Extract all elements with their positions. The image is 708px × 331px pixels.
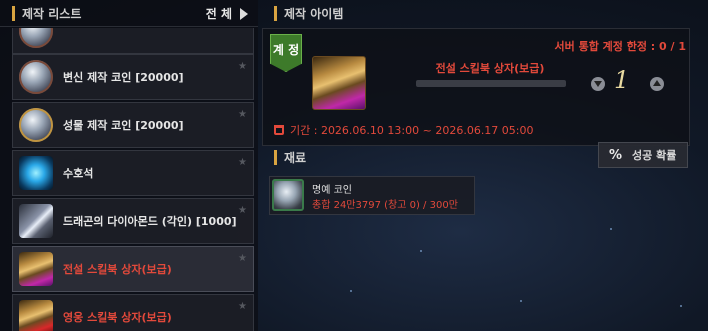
favorite-star-icon[interactable]: ★ — [238, 61, 247, 72]
honor-coin-icon — [272, 179, 304, 211]
materials-header: 재료 — [262, 146, 562, 168]
relic-coin-icon — [19, 108, 53, 142]
background-star — [420, 250, 422, 252]
material-item[interactable]: 명예 코인 총합 24만3797 (창고 0) / 300만 — [269, 176, 475, 215]
materials-title: 재료 — [284, 150, 307, 165]
period-row: 기간 : 2026.06.10 13:00 ~ 2026.06.17 05:00 — [274, 122, 534, 138]
list-item-label: 드래곤의 다이아몬드 (각인) [1000] — [63, 215, 237, 228]
calendar-icon — [274, 125, 284, 135]
period-text: 기간 : 2026.06.10 13:00 ~ 2026.06.17 05:00 — [290, 124, 534, 137]
increase-quantity-button[interactable] — [650, 77, 664, 91]
list-item-label: 영웅 스킬북 상자(보급) — [63, 311, 172, 324]
favorite-star-icon[interactable]: ★ — [238, 109, 247, 120]
legend-skillbook-chest-icon — [312, 56, 366, 110]
coin-icon — [19, 28, 53, 48]
list-item-label: 변신 제작 코인 [20000] — [63, 71, 184, 84]
material-name: 명예 코인 — [312, 185, 352, 196]
list-item[interactable]: 드래곤의 다이아몬드 (각인) [1000] ★ — [12, 198, 254, 244]
background-star — [610, 228, 612, 230]
list-item-selected[interactable]: 전설 스킬북 상자(보급) ★ — [12, 246, 254, 292]
favorite-star-icon[interactable]: ★ — [238, 301, 247, 312]
success-rate-button[interactable]: % 성공 확률 — [598, 142, 688, 168]
background-star — [350, 290, 352, 292]
list-item[interactable] — [12, 28, 254, 54]
header-accent-bar — [274, 149, 277, 165]
background-star — [680, 305, 682, 307]
arrow-right-icon — [240, 7, 248, 20]
craft-list[interactable]: 변신 제작 코인 [20000] ★ 성물 제작 코인 [20000] ★ 수호… — [12, 28, 254, 331]
background-star — [520, 300, 522, 302]
list-item-label: 수호석 — [63, 167, 94, 180]
hero-skillbook-chest-icon — [19, 300, 53, 331]
header-accent-bar — [274, 5, 277, 21]
material-quantity: 총합 24만3797 (창고 0) / 300만 — [312, 200, 458, 211]
dragon-diamond-icon — [19, 204, 53, 238]
list-item[interactable]: 변신 제작 코인 [20000] ★ — [12, 54, 254, 100]
craft-item-name: 전설 스킬북 상자(보급) — [435, 62, 545, 75]
header-accent-bar — [12, 5, 15, 21]
percent-icon: % — [609, 147, 623, 163]
transform-coin-icon — [19, 60, 53, 94]
filter-dropdown[interactable]: 전 체 — [206, 5, 248, 22]
favorite-star-icon[interactable]: ★ — [238, 205, 247, 216]
craft-item-title: 제작 아이템 — [284, 6, 344, 21]
quantity-value: 1 — [614, 66, 630, 94]
guardian-stone-icon — [19, 156, 53, 190]
success-rate-label: 성공 확률 — [632, 149, 677, 162]
list-item[interactable]: 영웅 스킬북 상자(보급) ★ — [12, 294, 254, 331]
decrease-quantity-button[interactable] — [591, 77, 605, 91]
craft-list-panel: 제작 리스트 전 체 변신 제작 코인 [20000] ★ 성물 제작 코인 [… — [0, 0, 258, 331]
quantity-slider[interactable] — [416, 80, 566, 87]
craft-list-title: 제작 리스트 — [22, 6, 82, 21]
list-item-label: 성물 제작 코인 [20000] — [63, 119, 184, 132]
favorite-star-icon[interactable]: ★ — [238, 253, 247, 264]
list-item[interactable]: 성물 제작 코인 [20000] ★ — [12, 102, 254, 148]
favorite-star-icon[interactable]: ★ — [238, 157, 247, 168]
list-item-label: 전설 스킬북 상자(보급) — [63, 263, 172, 276]
filter-label: 전 체 — [205, 7, 232, 21]
list-item[interactable]: 수호석 ★ — [12, 150, 254, 196]
craft-item-header: 제작 아이템 — [262, 0, 708, 26]
server-limit-text: 서버 통합 계정 한정 : 0 / 1 — [554, 40, 687, 53]
legend-skillbook-chest-icon — [19, 252, 53, 286]
